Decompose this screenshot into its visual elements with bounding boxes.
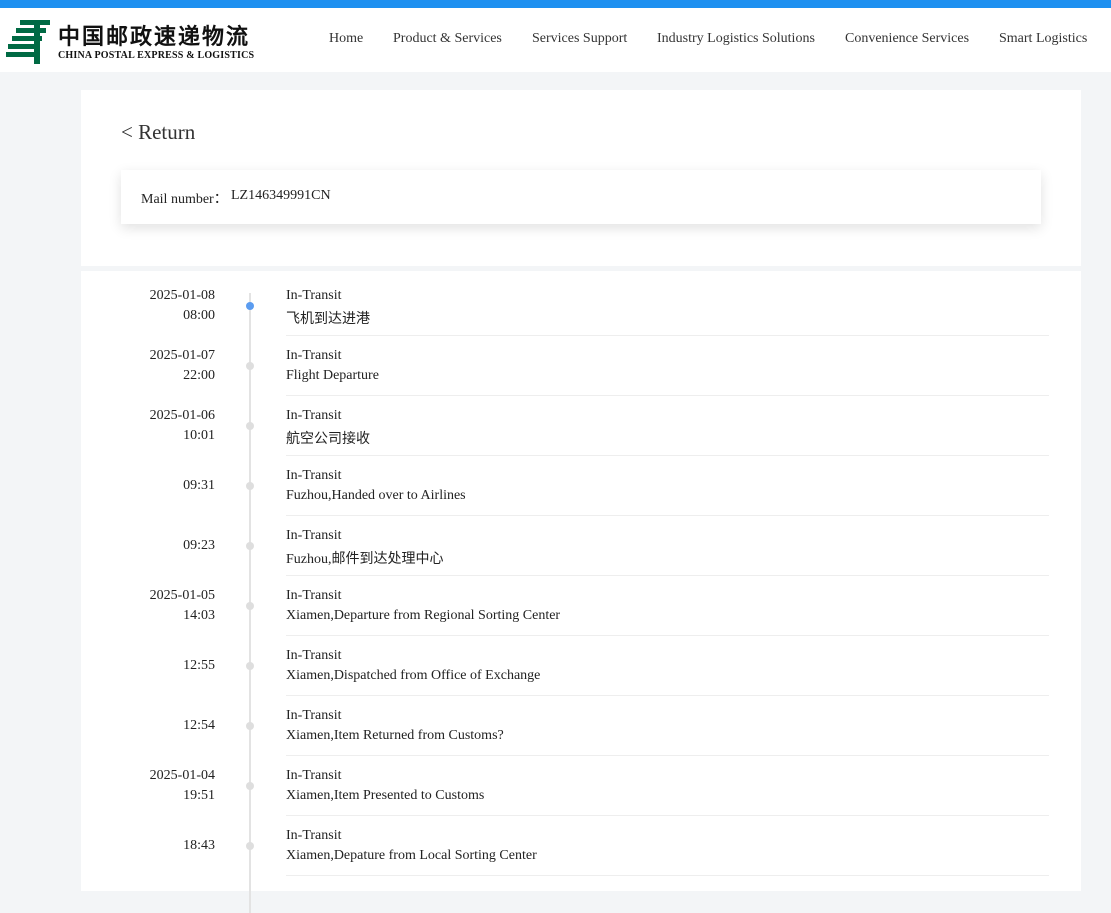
event-description: 飞机到达进港 xyxy=(286,312,370,327)
event-status: In-Transit xyxy=(286,408,342,423)
timeline-dot-icon xyxy=(246,542,254,550)
event-description: Xiamen,Dispatched from Office of Exchang… xyxy=(286,668,541,683)
timeline-event: 2025-01-04 19:51 In-Transit Xiamen,Item Pre… xyxy=(81,756,1081,816)
event-time: 18:43 xyxy=(183,838,215,853)
mail-number-label: Mail number： xyxy=(141,192,228,207)
timeline-event: 09:23 In-Transit Fuzhou,邮件到达处理中心 xyxy=(81,516,1081,576)
event-time: 12:55 xyxy=(183,658,215,673)
logo-english-text: CHINA POSTAL EXPRESS & LOGISTICS xyxy=(58,50,255,61)
event-date: 2025-01-08 xyxy=(149,288,215,303)
event-status: In-Transit xyxy=(286,828,342,843)
timeline-dot-icon xyxy=(246,302,254,310)
tracking-header-card: < Return Mail number： LZ146349991CN xyxy=(81,90,1081,266)
event-description: Flight Departure xyxy=(286,368,379,383)
timeline-dot-icon xyxy=(246,782,254,790)
event-status: In-Transit xyxy=(286,648,342,663)
event-time: 12:54 xyxy=(183,718,215,733)
event-divider xyxy=(286,875,1049,876)
event-description: Fuzhou,Handed over to Airlines xyxy=(286,488,466,503)
timeline-event: 2025-01-08 08:00 In-Transit 飞机到达进港 xyxy=(81,276,1081,336)
timeline-dot-icon xyxy=(246,362,254,370)
event-date: 2025-01-04 xyxy=(149,768,215,783)
event-time: 09:23 xyxy=(183,538,215,553)
timeline-dot-icon xyxy=(246,722,254,730)
nav-convenience-services[interactable]: Convenience Services xyxy=(845,31,969,47)
event-status: In-Transit xyxy=(286,468,342,483)
timeline-dot-icon xyxy=(246,422,254,430)
event-date: 2025-01-06 xyxy=(149,408,215,423)
main-nav: Home Product & Services Services Support… xyxy=(0,31,1111,51)
event-status: In-Transit xyxy=(286,528,342,543)
timeline-event: 09:31 In-Transit Fuzhou,Handed over to Air… xyxy=(81,456,1081,516)
site-header: 中国邮政速递物流 CHINA POSTAL EXPRESS & LOGISTIC… xyxy=(0,8,1111,72)
timeline-event: 12:54 In-Transit Xiamen,Item Returned from… xyxy=(81,696,1081,756)
timeline-dot-icon xyxy=(246,602,254,610)
return-link[interactable]: < Return xyxy=(121,120,195,145)
nav-services-support[interactable]: Services Support xyxy=(532,31,627,47)
event-time: 14:03 xyxy=(183,608,215,623)
timeline-dot-icon xyxy=(246,842,254,850)
tracking-timeline: 2025-01-08 08:00 In-Transit 飞机到达进港 2025-01-0… xyxy=(81,271,1081,913)
event-status: In-Transit xyxy=(286,708,342,723)
nav-smart-logistics[interactable]: Smart Logistics xyxy=(999,31,1087,47)
event-description: Xiamen,Departure from Regional Sorting C… xyxy=(286,608,561,623)
timeline-dot-icon xyxy=(246,482,254,490)
mail-number-box: Mail number： LZ146349991CN xyxy=(121,170,1041,224)
mail-number-value: LZ146349991CN xyxy=(231,188,331,203)
event-description: Xiamen,Depature from Local Sorting Cente… xyxy=(286,848,537,863)
event-status: In-Transit xyxy=(286,348,342,363)
nav-product-services[interactable]: Product & Services xyxy=(393,31,502,47)
nav-home[interactable]: Home xyxy=(329,31,363,47)
timeline-event: 18:43 In-Transit Xiamen,Depature from Loca… xyxy=(81,816,1081,876)
timeline-event: 2025-01-05 14:03 In-Transit Xiamen,Departur… xyxy=(81,576,1081,636)
nav-industry-logistics[interactable]: Industry Logistics Solutions xyxy=(657,31,815,47)
event-status: In-Transit xyxy=(286,588,342,603)
event-description: Xiamen,Item Returned from Customs? xyxy=(286,728,504,743)
event-time: 19:51 xyxy=(183,788,215,803)
timeline-event: 2025-01-07 22:00 In-Transit Flight Departur… xyxy=(81,336,1081,396)
event-date: 2025-01-07 xyxy=(149,348,215,363)
event-time: 08:00 xyxy=(183,308,215,323)
timeline-dot-icon xyxy=(246,662,254,670)
event-time: 10:01 xyxy=(183,428,215,443)
event-description: Xiamen,Item Presented to Customs xyxy=(286,788,485,803)
top-accent-bar xyxy=(0,0,1111,8)
event-status: In-Transit xyxy=(286,288,342,303)
event-time: 09:31 xyxy=(183,478,215,493)
event-status: In-Transit xyxy=(286,768,342,783)
timeline-event: 12:55 In-Transit Xiamen,Dispatched from Of… xyxy=(81,636,1081,696)
event-description: 航空公司接收 xyxy=(286,432,370,447)
event-description: Fuzhou,邮件到达处理中心 xyxy=(286,552,444,567)
timeline-event: 2025-01-06 10:01 In-Transit 航空公司接收 xyxy=(81,396,1081,456)
event-date: 2025-01-05 xyxy=(149,588,215,603)
event-time: 22:00 xyxy=(183,368,215,383)
